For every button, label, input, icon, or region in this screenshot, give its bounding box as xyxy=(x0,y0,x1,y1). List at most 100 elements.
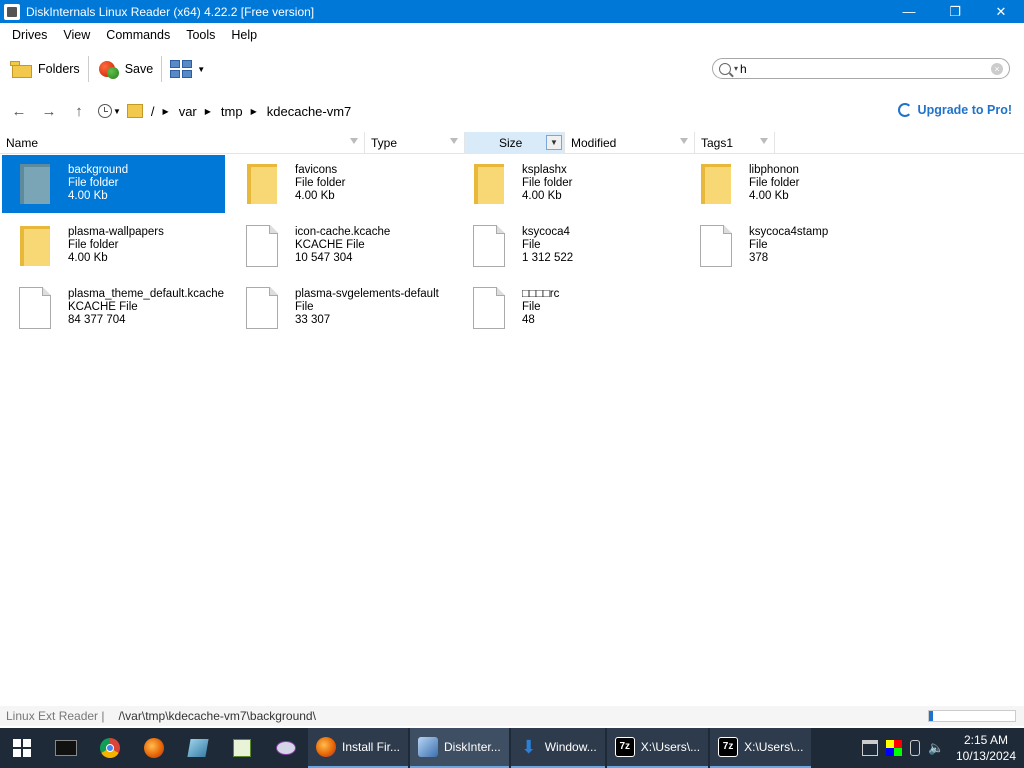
up-button[interactable]: ↑ xyxy=(68,100,90,122)
file-name: plasma_theme_default.kcache xyxy=(68,288,224,300)
taskbar-app-7zip[interactable]: 7z X:\Users\... xyxy=(710,728,812,768)
file-tile[interactable]: ksycoca4 File 1 312 522 xyxy=(456,217,679,275)
network-icon[interactable] xyxy=(861,740,878,756)
breadcrumb-separator-icon[interactable]: ▶ xyxy=(163,107,169,116)
usb-icon[interactable] xyxy=(909,740,920,756)
diskinternals-icon xyxy=(418,737,439,757)
column-tags[interactable]: Tags1 xyxy=(695,132,775,154)
chrome-taskbar-icon[interactable] xyxy=(88,728,132,768)
menu-help[interactable]: Help xyxy=(223,28,265,42)
folder-icon xyxy=(20,226,50,266)
menu-drives[interactable]: Drives xyxy=(4,28,55,42)
7zip-icon: 7z xyxy=(614,737,635,757)
window-title: DiskInternals Linux Reader (x64) 4.22.2 … xyxy=(26,4,315,19)
file-tile[interactable]: background File folder 4.00 Kb xyxy=(2,155,225,213)
folders-button[interactable]: Folders xyxy=(6,54,84,84)
app-taskbar-icon[interactable] xyxy=(220,728,264,768)
download-icon: ⬇ xyxy=(521,737,537,757)
file-tile[interactable]: icon-cache.kcache KCACHE File 10 547 304 xyxy=(229,217,452,275)
search-input[interactable] xyxy=(740,61,981,76)
display-icon[interactable] xyxy=(885,740,902,756)
file-tile[interactable]: favicons File folder 4.00 Kb xyxy=(229,155,452,213)
file-size: 1 312 522 xyxy=(522,252,574,264)
volume-muted-icon[interactable]: 🔈 xyxy=(928,740,944,756)
clock-time: 2:15 AM xyxy=(963,733,1008,747)
back-button[interactable]: ← xyxy=(8,100,30,122)
file-size: 33 307 xyxy=(295,314,331,326)
breadcrumb-kdecache[interactable]: kdecache-vm7 xyxy=(267,104,352,119)
breadcrumb-tmp[interactable]: tmp xyxy=(221,104,243,119)
file-tile[interactable]: libphonon File folder 4.00 Kb xyxy=(683,155,906,213)
menu-tools[interactable]: Tools xyxy=(178,28,223,42)
column-type[interactable]: Type xyxy=(365,132,465,154)
taskbar-app-diskinternals[interactable]: DiskInter... xyxy=(410,728,509,768)
save-button[interactable]: Save xyxy=(93,54,158,84)
file-tile[interactable]: □□□□rc File 48 xyxy=(456,279,679,337)
file-tile[interactable]: ksycoca4stamp File 378 xyxy=(683,217,906,275)
file-name: icon-cache.kcache xyxy=(295,226,391,238)
window-controls: — ❐ ✕ xyxy=(886,0,1024,23)
file-icon xyxy=(246,225,278,267)
menu-commands[interactable]: Commands xyxy=(98,28,178,42)
column-name[interactable]: Name xyxy=(0,132,365,154)
taskbar-app-7zip[interactable]: 7z X:\Users\... xyxy=(606,728,709,768)
file-type: File folder xyxy=(522,177,573,189)
title-bar: DiskInternals Linux Reader (x64) 4.22.2 … xyxy=(0,0,1024,23)
clock-date: 10/13/2024 xyxy=(955,749,1016,763)
breadcrumb-separator-icon[interactable]: ▶ xyxy=(205,107,211,116)
maximize-button[interactable]: ❐ xyxy=(932,0,978,23)
file-size: 4.00 Kb xyxy=(295,190,335,202)
history-icon xyxy=(98,104,112,118)
windows-icon xyxy=(13,739,31,757)
filter-icon[interactable] xyxy=(760,138,768,144)
taskbar-app-label: Install Fir... xyxy=(342,740,401,754)
search-box[interactable]: ▾ × xyxy=(712,58,1010,79)
toolbar-separator xyxy=(161,56,163,82)
column-size[interactable]: Size ▼ xyxy=(465,132,565,154)
search-options-icon[interactable]: ▾ xyxy=(734,64,738,73)
status-bar: Linux Ext Reader | /\var\tmp\kdecache-vm… xyxy=(0,706,1024,726)
clock[interactable]: 2:15 AM 10/13/2024 xyxy=(956,732,1016,764)
upgrade-link[interactable]: Upgrade to Pro! xyxy=(897,103,1012,117)
minimize-button[interactable]: — xyxy=(886,0,932,23)
taskbar-app-windows[interactable]: ⬇ Window... xyxy=(510,728,605,768)
view-mode-button[interactable]: ▼ xyxy=(166,54,209,84)
file-size: 4.00 Kb xyxy=(68,190,108,202)
file-type: KCACHE File xyxy=(295,239,365,251)
taskbar-app-label: Window... xyxy=(544,740,597,754)
file-tile[interactable]: ksplashx File folder 4.00 Kb xyxy=(456,155,679,213)
file-name: □□□□rc xyxy=(522,288,560,300)
filter-icon[interactable] xyxy=(450,138,458,144)
file-name: ksycoca4 xyxy=(522,226,570,238)
breadcrumb-var[interactable]: var xyxy=(179,104,197,119)
filter-icon[interactable] xyxy=(680,138,688,144)
file-tile[interactable]: plasma_theme_default.kcache KCACHE File 84… xyxy=(2,279,225,337)
clear-search-icon[interactable]: × xyxy=(991,63,1003,75)
firefox-taskbar-icon[interactable] xyxy=(132,728,176,768)
app-taskbar-icon[interactable] xyxy=(264,728,308,768)
chevron-down-icon[interactable]: ▼ xyxy=(546,135,562,150)
forward-button[interactable]: → xyxy=(38,100,60,122)
folder-icon xyxy=(20,164,50,204)
file-icon xyxy=(473,287,505,329)
terminal-taskbar-icon[interactable] xyxy=(44,728,88,768)
menu-view[interactable]: View xyxy=(55,28,98,42)
start-button[interactable] xyxy=(0,728,44,768)
history-button[interactable]: ▼ xyxy=(98,104,121,118)
editor-icon xyxy=(233,739,251,757)
breadcrumb-root[interactable]: / xyxy=(151,104,155,119)
upgrade-label: Upgrade to Pro! xyxy=(917,103,1012,117)
column-modified[interactable]: Modified xyxy=(565,132,695,154)
save-icon xyxy=(97,57,121,81)
breadcrumb-separator-icon[interactable]: ▶ xyxy=(251,107,257,116)
taskbar-app-firefox[interactable]: Install Fir... xyxy=(308,728,409,768)
file-tile[interactable]: plasma-svgelements-default File 33 307 xyxy=(229,279,452,337)
file-tile[interactable]: plasma-wallpapers File folder 4.00 Kb xyxy=(2,217,225,275)
refresh-icon xyxy=(897,103,912,117)
view-mode-icon xyxy=(170,60,193,78)
close-button[interactable]: ✕ xyxy=(978,0,1024,23)
address-bar: ← → ↑ ▼ / ▶ var ▶ tmp ▶ kdecache-vm7 Upg… xyxy=(0,97,1024,125)
app-taskbar-icon[interactable] xyxy=(176,728,220,768)
column-tags-label: Tags1 xyxy=(701,136,734,150)
filter-icon[interactable] xyxy=(350,138,358,144)
